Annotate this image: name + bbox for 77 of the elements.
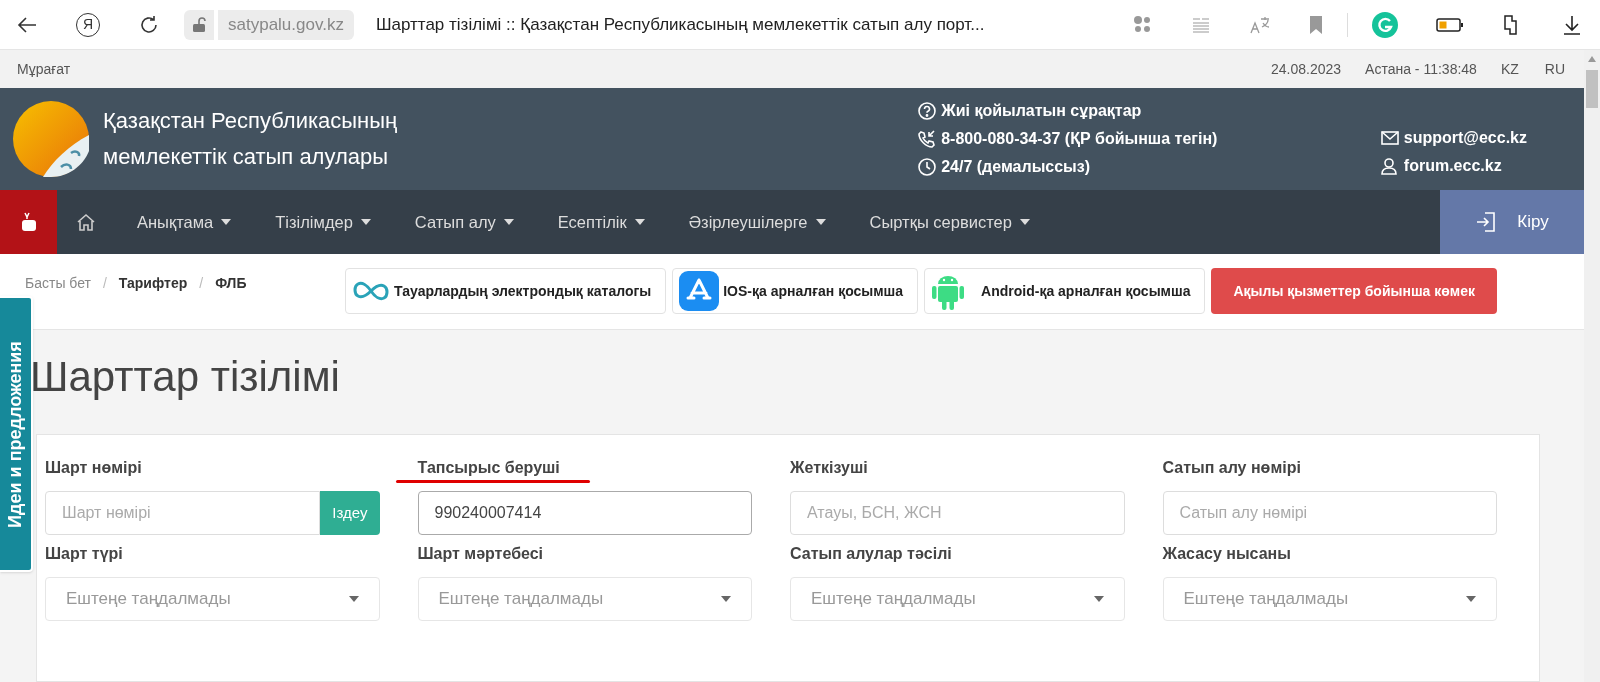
archive-link[interactable]: Мұрағат [17,58,71,80]
input-field[interactable]: Сатып алу нөмірі [1162,491,1497,535]
language-link[interactable]: RU [1544,58,1565,80]
date-text: 24.08.2023 [1271,59,1342,79]
video-logo-icon [20,212,37,232]
breadcrumb-item: ФЛБ [215,274,247,293]
field-label: Жеткізуші [790,458,868,478]
input-field[interactable]: 990240007414 [417,491,752,535]
nav-menu-item[interactable]: Есептілік [535,190,667,254]
language-link[interactable]: KZ [1500,58,1519,80]
site-title: мемлекеттік сатып алулары [103,143,390,171]
unlocked-padlock-icon [192,16,206,33]
video-button[interactable] [0,190,57,254]
field-label: Сатып алу нөмірі [1162,458,1301,478]
site-title: Қазақстан Республикасының [103,107,398,135]
reload-icon[interactable] [138,13,160,36]
caret-icon [1093,596,1104,602]
clock-icon [917,157,938,177]
apps-icon[interactable] [1133,14,1153,35]
mail-icon [1379,128,1400,148]
translate-icon[interactable] [1249,14,1271,35]
nav-menu-item[interactable]: Сатып алу [392,190,536,254]
sign-in-icon [1475,211,1498,233]
nav-menu-item[interactable]: Әзірлеушілерге [666,190,848,254]
tab-title: Шарттар тізілімі :: Қазақстан Республикасының мемлекеттік сатып алу порт... [375,13,985,36]
caret-icon [503,219,514,225]
caret-icon [815,219,826,225]
contact-text[interactable]: Жиі қойылатын сұрақтар [941,99,1142,123]
help-button[interactable]: Ақылы қызметтер бойынша көмек [1211,268,1497,314]
caret-icon [348,596,359,602]
field-label: Сатып алулар тәсілі [790,544,952,564]
bookmark-icon[interactable] [1309,14,1323,35]
user-icon [1379,156,1400,176]
time-text: Астана - 11:38:48 [1365,59,1477,79]
nav-menu-item[interactable]: Сыртқы сервистер [847,190,1052,254]
field-label: Шарт нөмірі [45,458,142,478]
breadcrumb-item: Тарифтер [118,274,188,293]
app-store-icon [679,271,720,311]
lock-button[interactable] [184,9,214,40]
extension-g-icon[interactable] [1372,11,1398,38]
battery-icon[interactable] [1436,16,1464,33]
app-link-button[interactable]: Тауарлардың электрондық каталогы [345,268,667,314]
scrollbar-thumb[interactable] [1586,70,1598,108]
app-link-button[interactable]: Android-қа арналған қосымша [924,268,1206,314]
caret-icon [221,219,232,225]
input-field[interactable]: Атауы, БСН, ЖСН [790,491,1125,535]
contact-text: 24/7 (демалыссыз) [941,157,1091,177]
login-button[interactable]: Кіру [1440,190,1584,254]
app-link-button[interactable]: IOS-қа арналған қосымша [672,268,919,314]
field-label: Тапсырыс беруші [417,458,560,478]
feedback-tab-label: Идеи и предложения [4,340,26,528]
field-label: Шарт түрі [45,544,123,564]
scrollbar[interactable] [1584,50,1600,682]
download-icon[interactable] [1562,13,1582,36]
contact-link[interactable]: support@ecc.kz [1403,126,1527,150]
breadcrumb-item[interactable]: Басты бет [25,273,91,294]
nav-menu-item[interactable]: Тізілімдер [253,190,393,254]
help-icon [917,101,938,121]
infinity-logo-icon [352,279,391,303]
breadcrumb-separator: / [102,274,107,293]
caret-icon [1466,596,1476,602]
contract-number-field[interactable]: Шарт нөмірі [45,491,321,535]
caret-icon [634,219,645,225]
caret-icon [360,219,371,225]
phone-icon [917,129,938,149]
breadcrumb-separator: / [199,274,204,293]
contact-link[interactable]: forum.ecc.kz [1403,154,1502,178]
caret-icon [721,596,731,602]
scroll-up-icon[interactable] [1588,56,1596,62]
field-label: Шарт мәртебесі [417,544,544,564]
caret-icon [1019,219,1030,225]
contact-text: 8-800-080-34-37 (ҚР бойынша тегін) [941,129,1218,149]
nav-menu-item[interactable]: Анықтама [115,190,254,254]
feedback-tab[interactable]: Идеи и предложения [0,296,33,572]
page-title: Шарттар тізілімі [30,352,341,402]
field-label: Жасасу нысаны [1162,544,1291,564]
home-icon [76,212,96,232]
